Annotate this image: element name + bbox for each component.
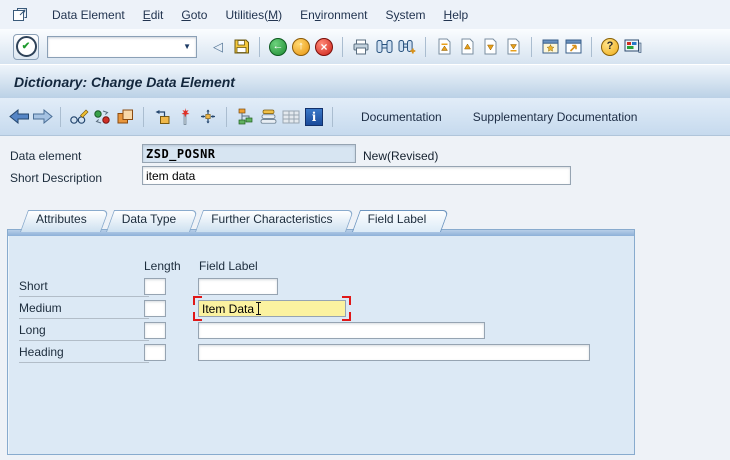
toolbar-separator [531,36,532,57]
activate-icon[interactable] [174,106,196,128]
exit-icon[interactable]: ↑ [290,36,312,58]
field-label-input-short[interactable] [198,278,278,295]
short-description-input[interactable] [142,166,571,185]
field-label-input-long[interactable] [198,322,485,339]
hierarchy-display-icon[interactable] [234,106,256,128]
row-label-short: Short [19,278,149,297]
command-field[interactable]: ▼ [47,35,197,58]
application-toolbar: i Documentation Supplementary Documentatio… [0,98,730,136]
previous-screen-icon[interactable] [8,106,30,128]
field-label-tab-panel: Length Field Label Short Medium Long Headin… [7,229,635,455]
system-menu-icon[interactable] [10,6,30,24]
command-dropdown-icon[interactable]: ▼ [178,42,196,51]
menu-data-element[interactable]: Data Element [52,8,125,22]
next-page-icon[interactable] [479,36,501,58]
short-description-label: Short Description [10,171,103,185]
toolbar-separator [591,36,592,57]
display-change-icon[interactable] [68,106,90,128]
copy-object-icon[interactable] [114,106,136,128]
row-label-medium: Medium [19,300,149,319]
menu-edit[interactable]: Edit [143,8,164,22]
toolbar-separator [332,106,333,127]
distribution-icon[interactable] [197,106,219,128]
standard-toolbar: ✔ ▼ ◁ ← ↑ ×? [0,29,730,65]
tab-data-type[interactable]: Data Type [106,210,190,232]
first-page-icon[interactable] [433,36,455,58]
row-label-heading: Heading [19,344,149,363]
sap-gui-window: Data Element Edit Goto Utilities(M) Environm… [0,0,730,460]
customize-local-layout-icon[interactable] [622,36,644,58]
cancel-icon[interactable]: × [313,36,335,58]
find-icon[interactable] [373,36,395,58]
focus-corner [193,312,202,321]
toolbar-separator [143,106,144,127]
previous-page-icon[interactable] [456,36,478,58]
help-icon[interactable]: ? [599,36,621,58]
title-bar: Dictionary: Change Data Element [0,64,730,99]
focus-corner [342,296,351,305]
data-element-input[interactable] [142,144,356,163]
page-title: Dictionary: Change Data Element [14,73,235,90]
length-input-medium[interactable] [144,300,166,317]
tab-attributes[interactable]: Attributes [20,210,101,232]
menu-bar: Data Element Edit Goto Utilities(M) Environm… [0,0,730,30]
toolbar-separator [60,106,61,127]
focused-field-wrap [193,296,351,321]
grid-display-icon[interactable] [280,106,302,128]
enter-button[interactable]: ✔ [13,33,39,60]
menu-items: Data Element Edit Goto Utilities(M) Environm… [52,8,468,22]
create-shortcut-icon[interactable] [562,36,584,58]
tab-label: Further Characteristics [211,212,333,226]
object-list-icon[interactable] [257,106,279,128]
where-used-list-icon[interactable] [151,106,173,128]
application-toolbar-icons: i Documentation Supplementary Documentatio… [8,106,646,128]
tab-field-label[interactable]: Field Label [352,210,441,232]
toolbar-separator [342,36,343,57]
tab-further-characteristics[interactable]: Further Characteristics [195,210,346,232]
toolbar-separator [259,36,260,57]
menu-help[interactable]: Help [444,8,469,22]
menu-environment[interactable]: Environment [300,8,367,22]
toolbar-separator [226,106,227,127]
find-next-icon[interactable] [396,36,418,58]
field-label-input-medium[interactable] [198,300,346,317]
length-input-heading[interactable] [144,344,166,361]
field-label-input-heading[interactable] [198,344,590,361]
new-session-icon[interactable] [539,36,561,58]
field-label-column-header: Field Label [199,259,258,273]
supplementary-documentation-button[interactable]: Supplementary Documentation [464,107,647,127]
next-screen-icon[interactable] [31,106,53,128]
tab-label: Attributes [36,212,87,226]
menu-goto[interactable]: Goto [181,8,207,22]
last-page-icon[interactable] [502,36,524,58]
standard-toolbar-icons: ◁ ← ↑ ×? [207,36,644,58]
row-label-long: Long [19,322,149,341]
tab-label: Field Label [367,212,427,226]
data-element-label: Data element [10,149,82,163]
focus-corner [342,312,351,321]
length-input-short[interactable] [144,278,166,295]
documentation-button[interactable]: Documentation [352,107,451,127]
back-icon[interactable]: ← [267,36,289,58]
tab-strip: Attributes Data Type Further Characteristi… [20,210,440,230]
menu-system[interactable]: System [385,8,425,22]
tab-label: Data Type [121,212,177,226]
enter-check-icon: ✔ [15,36,37,57]
hide-command-field-icon[interactable]: ◁ [207,36,229,58]
length-input-long[interactable] [144,322,166,339]
toolbar-separator [425,36,426,57]
print-icon[interactable] [350,36,372,58]
save-icon[interactable] [230,36,252,58]
focus-corner [193,296,202,305]
command-input[interactable] [48,39,179,54]
status-text: New(Revised) [363,149,439,163]
menu-utilities-m[interactable]: Utilities(M) [225,8,282,22]
refresh-icon[interactable] [91,106,113,128]
information-icon[interactable]: i [303,106,325,128]
length-column-header: Length [144,259,181,273]
